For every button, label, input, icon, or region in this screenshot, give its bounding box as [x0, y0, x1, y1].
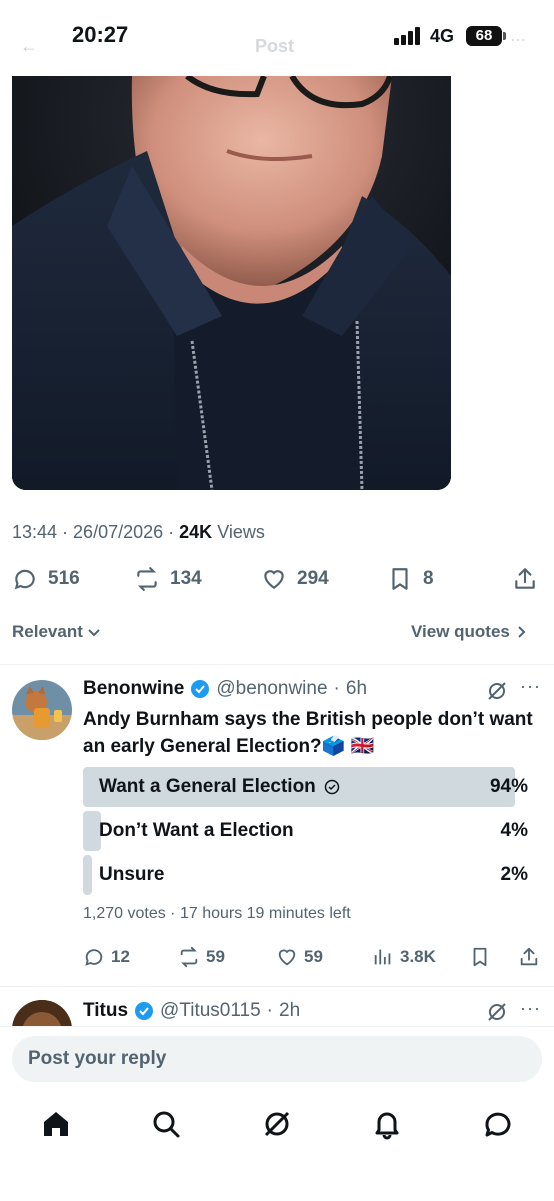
- view-quotes-link[interactable]: View quotes: [411, 622, 528, 642]
- repost-button[interactable]: 134: [134, 566, 202, 592]
- more-options-icon[interactable]: ···: [520, 998, 541, 1019]
- reply-placeholder: Post your reply: [28, 1048, 167, 1069]
- reply-button[interactable]: 12: [83, 946, 130, 968]
- share-button[interactable]: [518, 946, 540, 968]
- like-count: 294: [297, 568, 329, 589]
- repost-icon: [180, 946, 198, 968]
- tweet-text: Andy Burnham says the British people don…: [83, 709, 533, 757]
- divider: [0, 986, 554, 987]
- views-count: 24K: [179, 522, 213, 542]
- bookmark-button[interactable]: 8: [387, 566, 434, 592]
- like-count: 59: [304, 947, 323, 966]
- views-button[interactable]: 3.8K: [372, 946, 436, 968]
- like-button[interactable]: 294: [261, 566, 329, 592]
- author-handle[interactable]: @benonwine: [216, 678, 327, 700]
- tweet-age: 6h: [345, 678, 368, 699]
- heart-icon: [278, 949, 296, 966]
- sort-relevant-dropdown[interactable]: Relevant: [12, 622, 101, 642]
- poll-option-label: Don’t Want a Election: [99, 820, 294, 841]
- views-chart-icon: [374, 949, 391, 965]
- bookmark-icon: [473, 947, 487, 967]
- heart-icon: [264, 570, 284, 589]
- author-line: Benonwine @benonwine · 6h: [83, 678, 367, 700]
- bookmark-button[interactable]: [469, 946, 491, 968]
- author-handle[interactable]: @Titus0115: [160, 1000, 261, 1022]
- author-name[interactable]: Titus: [83, 1000, 128, 1022]
- poll-option-label: Want a General Election: [99, 776, 316, 797]
- tweet-age: 2h: [279, 1000, 301, 1021]
- views-label: Views: [217, 522, 265, 542]
- repost-count: 134: [170, 568, 202, 589]
- poll-option: Don’t Want a Election 4%: [83, 811, 528, 851]
- tweet-time: 13:44: [12, 522, 58, 542]
- tweet-meta: 13:44 · 26/07/2026 · 24K Views: [12, 522, 265, 542]
- share-icon: [520, 947, 538, 966]
- reply-count: 516: [48, 568, 80, 589]
- check-circle-icon: [324, 779, 340, 795]
- separator: ·: [266, 1000, 273, 1021]
- repost-icon: [137, 567, 157, 591]
- repost-button[interactable]: 59: [178, 946, 225, 968]
- view-quotes-label: View quotes: [411, 622, 510, 641]
- author-line: Titus @Titus0115 · 2h: [83, 1000, 300, 1022]
- more-options-icon[interactable]: ···: [520, 676, 541, 697]
- grok-icon[interactable]: [486, 1001, 508, 1023]
- home-icon[interactable]: [40, 1108, 72, 1140]
- avatar[interactable]: [12, 680, 72, 740]
- reply-button[interactable]: 516: [12, 566, 80, 592]
- reply-icon: [14, 569, 35, 590]
- poll-option-percent: 2%: [500, 864, 528, 885]
- network-type: 4G: [430, 26, 455, 46]
- battery-tip: [503, 32, 506, 40]
- like-button[interactable]: 59: [276, 946, 323, 968]
- poll-info: 1,270 votes · 17 hours 19 minutes left: [83, 905, 351, 922]
- search-icon[interactable]: [150, 1108, 182, 1140]
- back-arrow-icon[interactable]: ←: [20, 36, 38, 57]
- divider: [0, 664, 554, 665]
- bookmark-icon: [392, 568, 408, 590]
- reply-count: 12: [111, 947, 130, 966]
- author-name[interactable]: Benonwine: [83, 678, 184, 700]
- poll-option-label: Unsure: [99, 864, 165, 885]
- poll-option-percent: 94%: [489, 776, 528, 797]
- poll-option: Want a General Election 94%: [83, 767, 528, 807]
- views-count: 3.8K: [400, 947, 436, 966]
- post-image[interactable]: [12, 76, 451, 490]
- battery-icon: 68: [466, 26, 502, 46]
- verified-badge-icon: [135, 1002, 154, 1020]
- grok-icon[interactable]: [261, 1108, 293, 1140]
- verified-badge-icon: [191, 680, 210, 698]
- relevant-label: Relevant: [12, 622, 83, 641]
- notifications-bell-icon[interactable]: [371, 1108, 403, 1140]
- reply-icon: [85, 949, 103, 966]
- page-title: Post: [255, 36, 295, 56]
- bookmark-count: 8: [423, 568, 434, 589]
- poll-option: Unsure 2%: [83, 855, 528, 895]
- poll-bar: [83, 855, 92, 895]
- separator: ·: [333, 678, 340, 699]
- chevron-right-icon: [518, 626, 526, 638]
- grok-icon[interactable]: [486, 680, 508, 702]
- poll-option-percent: 4%: [500, 820, 528, 841]
- messages-icon[interactable]: [482, 1108, 514, 1140]
- share-icon: [515, 568, 535, 589]
- status-time: 20:27: [72, 22, 129, 47]
- tweet-date: 26/07/2026: [73, 522, 164, 542]
- repost-count: 59: [206, 947, 225, 966]
- chevron-down-icon: [88, 629, 100, 637]
- signal-icon: [394, 27, 420, 45]
- more-icon[interactable]: ⋯: [510, 30, 526, 50]
- share-button[interactable]: [512, 566, 538, 592]
